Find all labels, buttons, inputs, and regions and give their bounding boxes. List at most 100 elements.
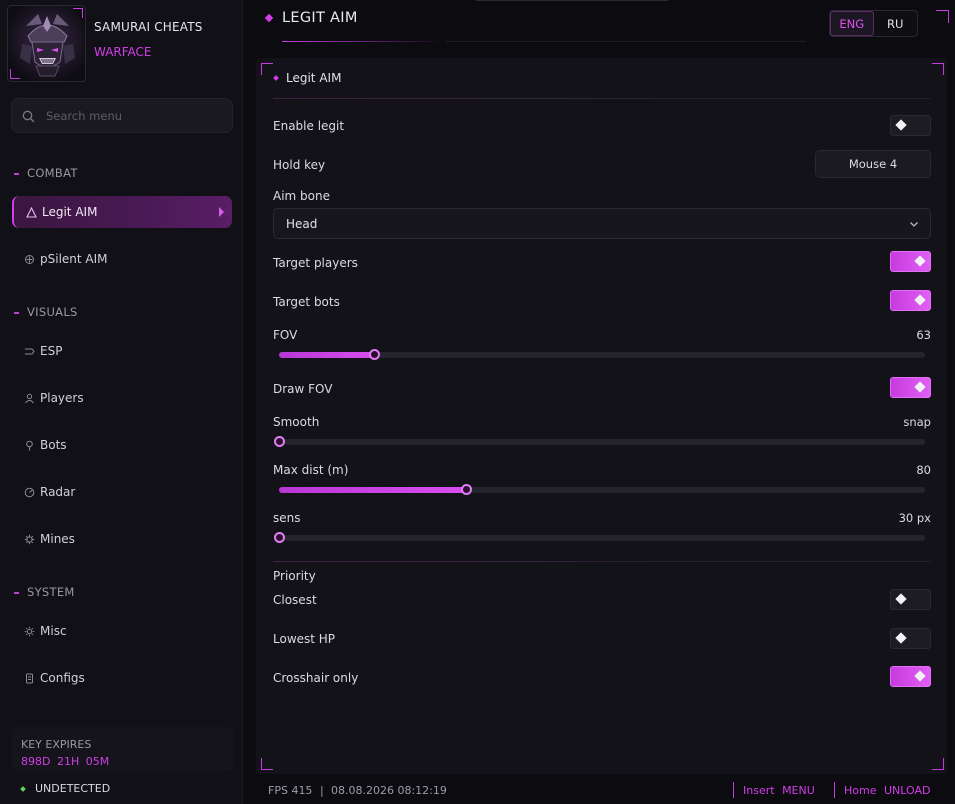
sidebar-item-esp[interactable]: ESP xyxy=(12,335,232,367)
status-divider xyxy=(834,782,835,798)
page-title: LEGIT AIM xyxy=(282,10,358,26)
sidebar-item-legit-aim[interactable]: Legit AIM xyxy=(12,196,232,228)
sens-slider[interactable] xyxy=(274,532,925,543)
sidebar-item-radar[interactable]: Radar xyxy=(12,476,232,508)
crosshair-only-toggle[interactable] xyxy=(890,666,931,687)
corner-bracket xyxy=(261,758,273,770)
title-underline xyxy=(282,41,446,42)
fov-slider[interactable] xyxy=(279,349,925,360)
sidebar-item-label: Radar xyxy=(40,485,76,499)
datetime: 08.08.2026 08:12:19 xyxy=(331,784,447,797)
section-visuals: VISUALS xyxy=(14,305,78,319)
section-system: SYSTEM xyxy=(14,585,75,599)
target-bots-toggle[interactable] xyxy=(890,290,931,311)
insert-hotkey[interactable]: Insert MENU xyxy=(743,784,815,797)
slider-thumb[interactable] xyxy=(274,532,285,543)
slider-thumb[interactable] xyxy=(368,349,380,360)
fov-label: FOV xyxy=(273,328,298,342)
home-key-label: Home xyxy=(844,784,877,797)
closest-toggle[interactable] xyxy=(890,589,931,610)
radar-icon xyxy=(23,486,35,498)
slider-fill xyxy=(279,352,374,358)
corner-bracket xyxy=(932,63,944,75)
draw-fov-toggle[interactable] xyxy=(890,377,931,398)
search-icon xyxy=(22,110,35,123)
target-bots-label: Target bots xyxy=(273,295,340,309)
slider-fill xyxy=(279,487,467,493)
sens-value: 30 px xyxy=(898,511,931,525)
closest-label: Closest xyxy=(273,593,317,607)
undetected-label: UNDETECTED xyxy=(35,782,111,795)
smooth-slider[interactable] xyxy=(274,436,925,447)
mine-icon xyxy=(23,533,35,545)
slider-thumb[interactable] xyxy=(274,436,285,447)
search-input[interactable] xyxy=(46,107,226,125)
status-divider xyxy=(733,782,734,798)
diamond-icon xyxy=(264,13,274,23)
bulb-icon xyxy=(23,439,35,451)
sidebar-item-mines[interactable]: Mines xyxy=(12,523,232,555)
undetected-status: UNDETECTED xyxy=(20,782,111,795)
sidebar-item-label: Legit AIM xyxy=(42,205,98,219)
crosshair-only-label: Crosshair only xyxy=(273,671,359,685)
samurai-logo xyxy=(7,5,86,82)
max-dist-slider[interactable] xyxy=(279,484,925,495)
aim-bone-select[interactable]: Head xyxy=(273,208,931,239)
hold-key-label: Hold key xyxy=(273,158,326,172)
title-divider xyxy=(446,41,806,42)
chevron-down-icon xyxy=(910,222,918,227)
hold-key-button[interactable]: Mouse 4 xyxy=(815,150,931,178)
lowest-hp-toggle[interactable] xyxy=(890,628,931,649)
sidebar-item-label: ESP xyxy=(40,344,63,358)
status-dot-icon xyxy=(20,785,26,792)
active-arrow-icon xyxy=(219,207,224,217)
language-switch[interactable]: ENG RU xyxy=(829,10,918,37)
panel-title: Legit AIM xyxy=(286,71,342,85)
home-action-label: UNLOAD xyxy=(883,784,931,797)
smooth-value: snap xyxy=(903,415,931,429)
max-dist-value: 80 xyxy=(916,463,931,477)
section-system-label: SYSTEM xyxy=(27,585,75,599)
section-combat-label: COMBAT xyxy=(27,166,78,180)
fov-value: 63 xyxy=(916,328,931,342)
sidebar-item-label: Bots xyxy=(40,438,67,452)
gear-icon xyxy=(23,625,35,637)
sidebar-item-psilent-aim[interactable]: pSilent AIM xyxy=(12,243,232,275)
target-players-label: Target players xyxy=(273,256,358,270)
game-name: WARFACE xyxy=(94,45,152,59)
enable-legit-label: Enable legit xyxy=(273,119,345,133)
user-icon xyxy=(23,392,35,404)
corner-bracket xyxy=(261,63,273,75)
corner-bracket xyxy=(936,10,949,23)
triangle-icon xyxy=(25,206,37,218)
sidebar-item-label: Players xyxy=(40,391,84,405)
sens-label: sens xyxy=(273,511,301,525)
smooth-label: Smooth xyxy=(273,415,320,429)
lang-eng-button[interactable]: ENG xyxy=(830,11,874,36)
lang-ru-button[interactable]: RU xyxy=(874,11,917,36)
sidebar-item-misc[interactable]: Misc xyxy=(12,615,232,647)
enable-legit-toggle[interactable] xyxy=(890,115,931,136)
sidebar-item-configs[interactable]: Configs xyxy=(12,662,232,694)
corner-bracket xyxy=(932,758,944,770)
insert-key-label: Insert xyxy=(743,784,775,797)
priority-divider xyxy=(273,561,931,562)
key-expires-label: KEY EXPIRES xyxy=(21,738,92,751)
sidebar-item-bots[interactable]: Bots xyxy=(12,429,232,461)
lowest-hp-label: Lowest HP xyxy=(273,632,336,646)
panel-divider xyxy=(273,98,931,99)
section-marker xyxy=(14,591,19,594)
search-box[interactable] xyxy=(11,98,233,133)
sidebar-item-label: Misc xyxy=(40,624,67,638)
home-hotkey[interactable]: Home UNLOAD xyxy=(844,784,930,797)
section-marker xyxy=(14,311,19,314)
target-players-toggle[interactable] xyxy=(890,251,931,272)
sidebar-item-label: Mines xyxy=(40,532,75,546)
sidebar-item-label: Configs xyxy=(40,671,85,685)
sidebar-item-players[interactable]: Players xyxy=(12,382,232,414)
brand-name: SAMURAI CHEATS xyxy=(94,20,203,34)
sidebar-item-label: pSilent AIM xyxy=(40,252,108,266)
chevron-right-icon xyxy=(23,345,35,357)
fps-counter: FPS 415 xyxy=(268,784,313,797)
status-separator: | xyxy=(320,784,324,797)
